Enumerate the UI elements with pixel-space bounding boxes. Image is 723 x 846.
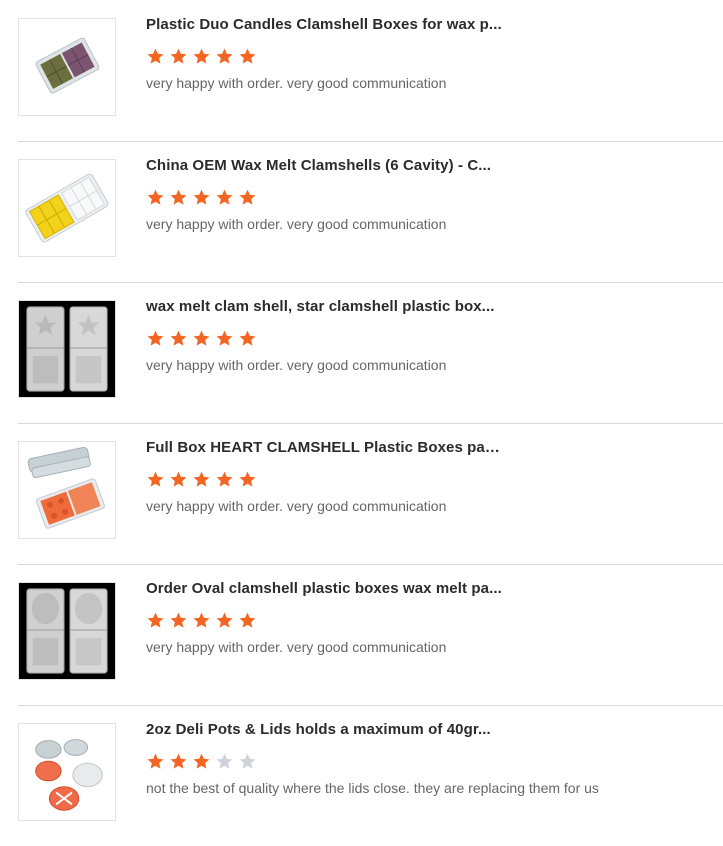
star-filled-icon (169, 329, 188, 348)
star-filled-icon (146, 188, 165, 207)
review-item: China OEM Wax Melt Clamshells (6 Cavity)… (18, 141, 723, 283)
product-title[interactable]: Full Box HEART CLAMSHELL Plastic Boxes p… (146, 439, 506, 456)
star-empty-icon (238, 752, 257, 771)
product-thumbnail[interactable] (18, 582, 116, 680)
oval-clamshell-image (19, 583, 115, 679)
review-comment: very happy with order. very good communi… (146, 639, 447, 655)
star-filled-icon (238, 47, 257, 66)
heart-clamshell-image (19, 442, 115, 538)
star-filled-icon (192, 47, 211, 66)
review-item: Order Oval clamshell plastic boxes wax m… (18, 564, 723, 706)
product-title[interactable]: China OEM Wax Melt Clamshells (6 Cavity)… (146, 157, 506, 174)
star-filled-icon (146, 611, 165, 630)
review-item: wax melt clam shell, star clamshell plas… (18, 282, 723, 424)
star-clamshell-image (19, 301, 115, 397)
product-title[interactable]: Plastic Duo Candles Clamshell Boxes for … (146, 16, 506, 33)
star-filled-icon (238, 470, 257, 489)
star-filled-icon (169, 752, 188, 771)
product-thumbnail[interactable] (18, 18, 116, 116)
star-empty-icon (215, 752, 234, 771)
product-thumbnail[interactable] (18, 723, 116, 821)
review-item: 2oz Deli Pots & Lids holds a maximum of … (18, 705, 723, 846)
star-filled-icon (169, 47, 188, 66)
star-filled-icon (192, 470, 211, 489)
star-filled-icon (146, 47, 165, 66)
star-filled-icon (146, 752, 165, 771)
star-filled-icon (146, 329, 165, 348)
product-title[interactable]: Order Oval clamshell plastic boxes wax m… (146, 580, 506, 597)
six-cavity-clamshell-image (19, 160, 115, 256)
star-rating (146, 470, 261, 490)
star-filled-icon (215, 611, 234, 630)
review-item: Plastic Duo Candles Clamshell Boxes for … (18, 0, 723, 142)
star-filled-icon (238, 329, 257, 348)
star-filled-icon (238, 611, 257, 630)
product-title[interactable]: wax melt clam shell, star clamshell plas… (146, 298, 506, 315)
star-filled-icon (215, 470, 234, 489)
star-filled-icon (169, 470, 188, 489)
star-rating (146, 611, 261, 631)
star-rating (146, 329, 261, 349)
star-filled-icon (192, 752, 211, 771)
star-rating (146, 752, 261, 772)
star-filled-icon (215, 329, 234, 348)
review-comment: very happy with order. very good communi… (146, 75, 447, 91)
star-filled-icon (215, 47, 234, 66)
deli-pots-image (19, 724, 115, 820)
review-comment: very happy with order. very good communi… (146, 216, 447, 232)
product-thumbnail[interactable] (18, 441, 116, 539)
review-item: Full Box HEART CLAMSHELL Plastic Boxes p… (18, 423, 723, 565)
product-title[interactable]: 2oz Deli Pots & Lids holds a maximum of … (146, 721, 506, 738)
star-filled-icon (169, 611, 188, 630)
star-filled-icon (192, 188, 211, 207)
star-filled-icon (146, 470, 165, 489)
star-filled-icon (192, 611, 211, 630)
product-thumbnail[interactable] (18, 159, 116, 257)
duo-clamshell-wax-image (19, 19, 115, 115)
star-filled-icon (238, 188, 257, 207)
star-filled-icon (169, 188, 188, 207)
star-filled-icon (192, 329, 211, 348)
review-comment: not the best of quality where the lids c… (146, 780, 599, 796)
product-thumbnail[interactable] (18, 300, 116, 398)
star-filled-icon (215, 188, 234, 207)
review-comment: very happy with order. very good communi… (146, 357, 447, 373)
star-rating (146, 188, 261, 208)
review-comment: very happy with order. very good communi… (146, 498, 447, 514)
star-rating (146, 47, 261, 67)
